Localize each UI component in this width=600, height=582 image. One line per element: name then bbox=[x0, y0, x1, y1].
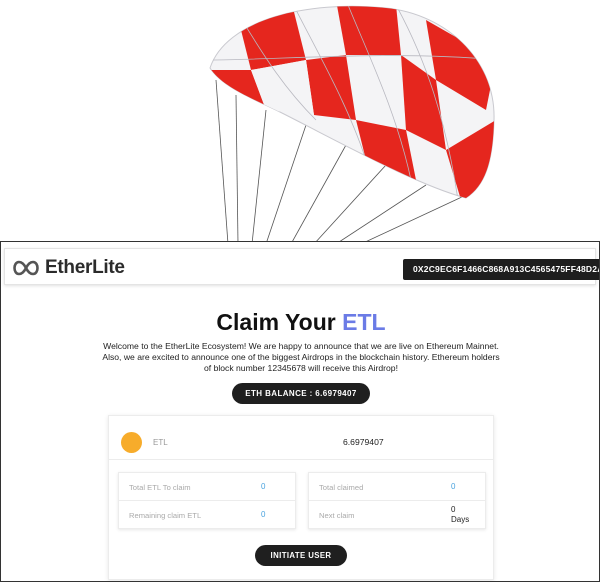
total-claimed-value: 0 bbox=[451, 482, 456, 491]
claim-stats-right: Total claimed 0 Next claim 0 Days bbox=[308, 472, 486, 529]
logo-text: EtherLite bbox=[45, 257, 125, 278]
next-claim-number: 0 bbox=[451, 505, 456, 514]
app-window: EtherLite 0X2C9EC6F1466C868A913C4565475F… bbox=[0, 241, 600, 582]
claim-stats-left: Total ETL To claim 0 Remaining claim ETL… bbox=[118, 472, 296, 529]
stat-row-total-claimed: Total claimed 0 bbox=[309, 473, 485, 501]
token-row: ETL 6.6979407 bbox=[109, 416, 493, 460]
wallet-address-button[interactable]: 0X2C9EC6F1466C868A913C4565475FF48D2AB bbox=[403, 259, 599, 280]
remaining-value: 0 bbox=[261, 510, 266, 519]
top-navbar: EtherLite 0X2C9EC6F1466C868A913C4565475F… bbox=[4, 248, 599, 285]
total-claimed-label: Total claimed bbox=[319, 483, 364, 492]
remaining-label: Remaining claim ETL bbox=[129, 511, 202, 520]
total-to-claim-value: 0 bbox=[261, 482, 266, 491]
token-name: ETL bbox=[153, 438, 168, 447]
page-title: Claim Your ETL bbox=[1, 309, 599, 336]
intro-text: Welcome to the EtherLite Ecosystem! We a… bbox=[102, 341, 500, 373]
infinity-logo-icon bbox=[13, 260, 39, 276]
initiate-user-button[interactable]: INITIATE USER bbox=[255, 545, 347, 566]
stat-row-remaining: Remaining claim ETL 0 bbox=[119, 501, 295, 529]
title-prefix: Claim Your bbox=[216, 309, 336, 335]
stat-row-total-to-claim: Total ETL To claim 0 bbox=[119, 473, 295, 501]
title-accent: ETL bbox=[342, 309, 386, 335]
total-to-claim-label: Total ETL To claim bbox=[129, 483, 191, 492]
etl-coin-icon bbox=[121, 432, 142, 453]
stat-row-next-claim: Next claim 0 Days bbox=[309, 501, 485, 529]
token-amount: 6.6979407 bbox=[343, 437, 384, 447]
next-claim-value: 0 Days bbox=[451, 505, 469, 525]
next-claim-label: Next claim bbox=[319, 511, 355, 520]
parachute-image bbox=[209, 5, 495, 244]
next-claim-unit: Days bbox=[451, 515, 470, 524]
eth-balance-badge[interactable]: ETH BALANCE : 6.6979407 bbox=[232, 383, 370, 404]
etherlite-logo[interactable]: EtherLite bbox=[11, 257, 125, 279]
